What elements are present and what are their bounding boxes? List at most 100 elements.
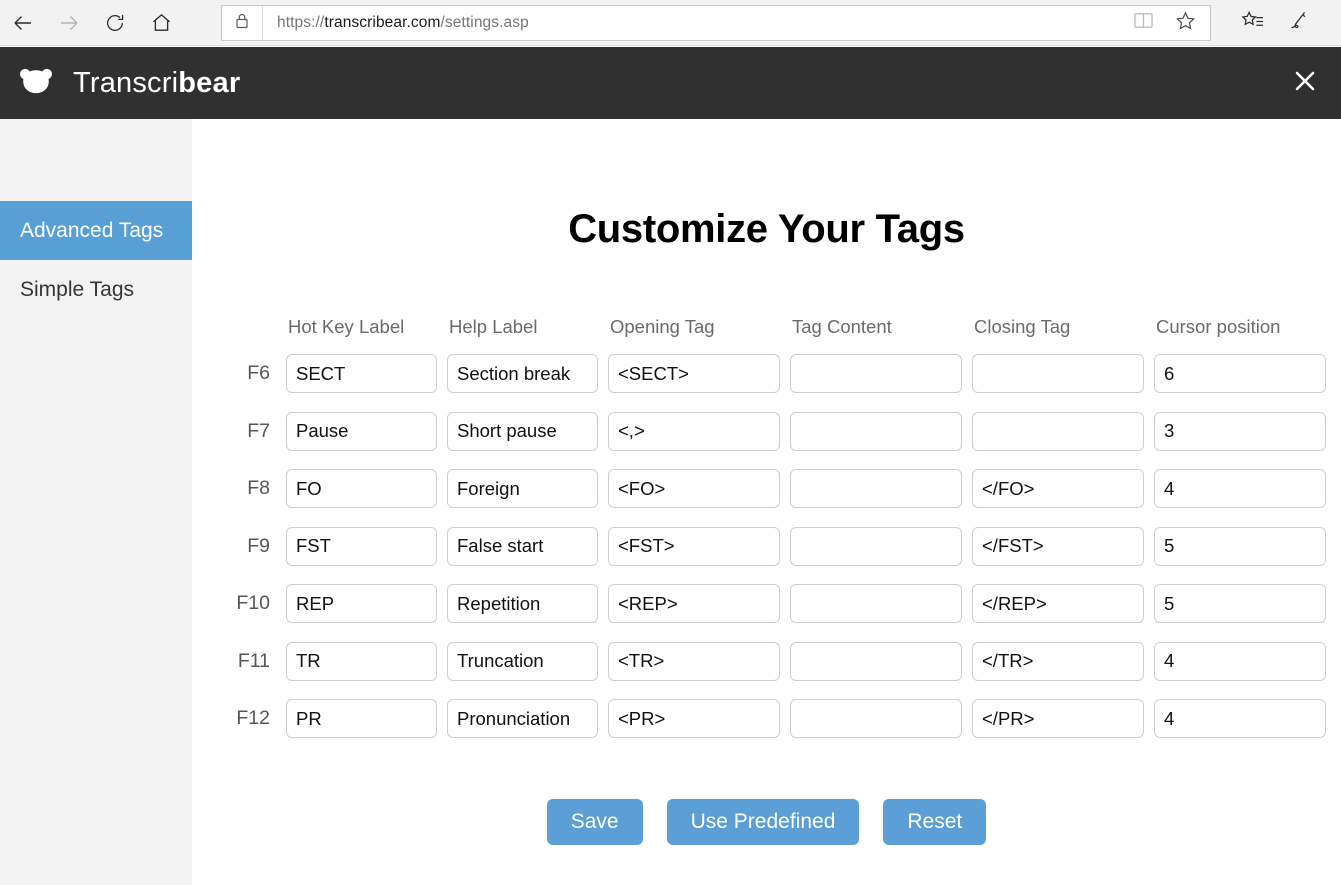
cell-closing-tag [972, 354, 1154, 394]
hub-button[interactable] [1228, 5, 1276, 41]
hot-key-label-input[interactable] [286, 469, 437, 509]
cell-cursor-position [1154, 584, 1336, 624]
table-row: F11 [192, 633, 1341, 691]
cell-help-label [447, 354, 608, 394]
closing-tag-input[interactable] [972, 354, 1144, 394]
opening-tag-input[interactable] [608, 584, 780, 624]
tag-content-input[interactable] [790, 526, 962, 566]
closing-tag-input[interactable] [972, 526, 1144, 566]
lock-icon [234, 12, 250, 35]
tag-content-input[interactable] [790, 411, 962, 451]
hot-key-label-input[interactable] [286, 354, 437, 394]
closing-tag-input[interactable] [972, 469, 1144, 509]
opening-tag-input[interactable] [608, 354, 780, 394]
help-label-input[interactable] [447, 411, 598, 451]
cell-tag-content [790, 699, 972, 739]
hotkey-label: F12 [236, 707, 270, 730]
column-header-hot-key-label: Hot Key Label [286, 316, 447, 338]
column-header-label: Hot Key Label [288, 316, 405, 337]
closing-tag-input[interactable] [972, 641, 1144, 681]
cursor-position-input[interactable] [1154, 584, 1326, 624]
help-label-input[interactable] [447, 641, 598, 681]
web-notes-button[interactable] [1276, 5, 1324, 41]
cursor-position-input[interactable] [1154, 469, 1326, 509]
closing-tag-input[interactable] [972, 699, 1144, 739]
site-security-button[interactable] [222, 6, 263, 40]
cell-hot-key-label [286, 699, 447, 739]
cell-closing-tag [972, 526, 1154, 566]
reading-view-button[interactable] [1122, 6, 1164, 40]
table-header-row: Hot Key Label Help Label Opening Tag Tag… [192, 309, 1341, 345]
hotkey-label: F11 [237, 649, 270, 672]
tag-content-input[interactable] [790, 699, 962, 739]
cell-hot-key-label [286, 526, 447, 566]
hot-key-label-input[interactable] [286, 584, 437, 624]
refresh-button[interactable] [92, 0, 138, 46]
tag-content-input[interactable] [790, 584, 962, 624]
help-label-input[interactable] [447, 469, 598, 509]
app-header: Transcribear [0, 47, 1341, 119]
add-favorite-button[interactable] [1164, 6, 1206, 40]
action-buttons: Save Use Predefined Reset [192, 799, 1341, 845]
cursor-position-input[interactable] [1154, 699, 1326, 739]
hotkey-label: F6 [247, 362, 270, 385]
opening-tag-input[interactable] [608, 526, 780, 566]
opening-tag-input[interactable] [608, 641, 780, 681]
sidebar-item-label: Simple Tags [20, 277, 135, 301]
closing-tag-input[interactable] [972, 584, 1144, 624]
sidebar: Advanced Tags Simple Tags [0, 119, 192, 885]
cell-cursor-position [1154, 411, 1336, 451]
use-predefined-button[interactable]: Use Predefined [666, 799, 860, 845]
hot-key-label-input[interactable] [286, 411, 437, 451]
cursor-position-input[interactable] [1154, 526, 1326, 566]
cursor-position-input[interactable] [1154, 411, 1326, 451]
hotkey-label: F7 [247, 419, 270, 442]
cell-opening-tag [608, 584, 790, 624]
brand-prefix: Transcri [73, 66, 179, 99]
help-label-input[interactable] [447, 526, 598, 566]
help-label-input[interactable] [447, 354, 598, 394]
tag-content-input[interactable] [790, 641, 962, 681]
tag-content-input[interactable] [790, 354, 962, 394]
column-header-opening-tag: Opening Tag [608, 316, 790, 338]
reset-button[interactable]: Reset [883, 799, 987, 845]
tag-content-input[interactable] [790, 469, 962, 509]
hot-key-label-input[interactable] [286, 526, 437, 566]
book-icon [1133, 11, 1154, 35]
back-arrow-icon [11, 11, 35, 35]
close-button[interactable] [1283, 61, 1327, 105]
cell-opening-tag [608, 411, 790, 451]
pen-icon [1288, 9, 1312, 38]
forward-button[interactable] [46, 0, 92, 46]
opening-tag-input[interactable] [608, 699, 780, 739]
table-row: F7 [192, 403, 1341, 461]
address-bar[interactable]: https://transcribear.com/settings.asp [221, 5, 1211, 41]
cell-cursor-position [1154, 699, 1336, 739]
save-button[interactable]: Save [546, 799, 643, 845]
help-label-input[interactable] [447, 584, 598, 624]
opening-tag-input[interactable] [608, 469, 780, 509]
table-row: F9 [192, 518, 1341, 576]
cell-tag-content [790, 354, 972, 394]
home-button[interactable] [138, 0, 184, 46]
browser-actions [1228, 5, 1324, 41]
opening-tag-input[interactable] [608, 411, 780, 451]
forward-arrow-icon [57, 11, 81, 35]
cell-opening-tag [608, 699, 790, 739]
sidebar-item-simple-tags[interactable]: Simple Tags [0, 260, 192, 319]
cell-cursor-position [1154, 354, 1336, 394]
help-label-input[interactable] [447, 699, 598, 739]
cursor-position-input[interactable] [1154, 641, 1326, 681]
hot-key-label-input[interactable] [286, 641, 437, 681]
sidebar-item-advanced-tags[interactable]: Advanced Tags [0, 201, 192, 260]
back-button[interactable] [0, 0, 46, 46]
hot-key-label-input[interactable] [286, 699, 437, 739]
url-text[interactable]: https://transcribear.com/settings.asp [263, 14, 1122, 32]
hotkey-cell: F6 [192, 362, 286, 385]
bear-head-icon [17, 66, 55, 100]
cell-tag-content [790, 411, 972, 451]
cursor-position-input[interactable] [1154, 354, 1326, 394]
closing-tag-input[interactable] [972, 411, 1144, 451]
cell-opening-tag [608, 469, 790, 509]
